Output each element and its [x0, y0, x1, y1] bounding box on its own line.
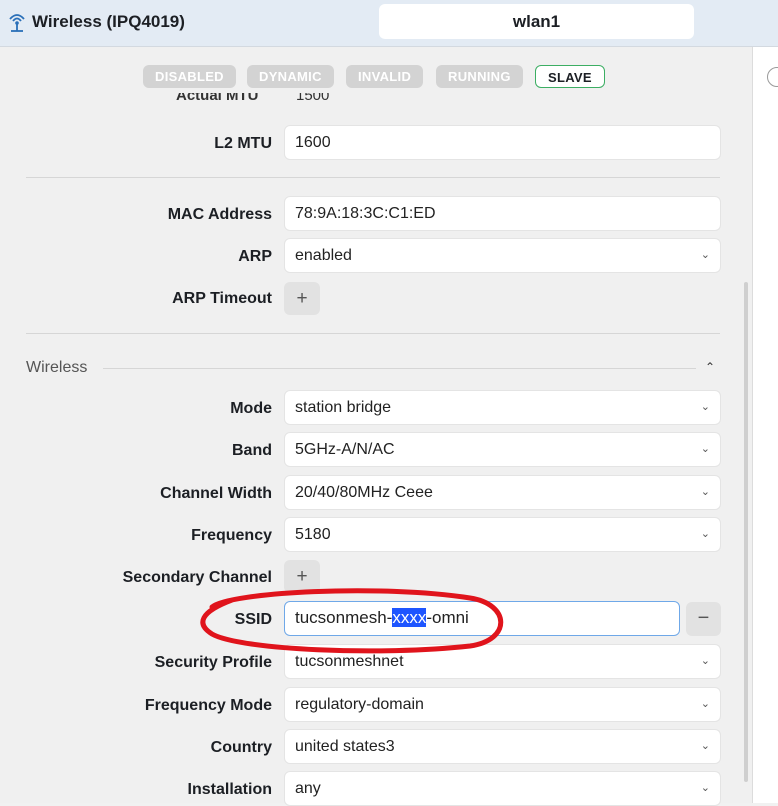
mac-address-input[interactable]: 78:9A:18:3C:C1:ED	[284, 196, 721, 231]
divider	[26, 177, 720, 178]
band-label: Band	[232, 442, 272, 459]
divider	[26, 333, 720, 334]
tab-wlan1[interactable]: wlan1	[379, 4, 694, 39]
band-select[interactable]: 5GHz-A/N/AC ⌄	[284, 432, 721, 467]
arp-select[interactable]: enabled ⌄	[284, 238, 721, 273]
band-value: 5GHz-A/N/AC	[295, 441, 395, 458]
installation-select[interactable]: any ⌄	[284, 771, 721, 806]
security-profile-value: tucsonmeshnet	[295, 653, 404, 670]
chevron-down-icon: ⌄	[700, 528, 710, 540]
wireless-antenna-icon	[9, 14, 25, 32]
mac-address-value: 78:9A:18:3C:C1:ED	[295, 205, 436, 222]
secondary-channel-add-button[interactable]: +	[284, 560, 320, 593]
chevron-down-icon: ⌄	[700, 249, 710, 261]
ssid-remove-button[interactable]: −	[686, 602, 721, 636]
chevron-down-icon: ⌄	[700, 443, 710, 455]
radio-toggle[interactable]	[767, 67, 778, 87]
mac-address-label: MAC Address	[167, 206, 272, 223]
frequency-mode-select[interactable]: regulatory-domain ⌄	[284, 687, 721, 722]
ssid-text-selection: xxxx	[392, 608, 427, 627]
arp-label: ARP	[238, 248, 272, 265]
status-badge-disabled: DISABLED	[143, 65, 236, 88]
secondary-channel-label: Secondary Channel	[122, 569, 272, 586]
right-sidebar	[752, 47, 778, 803]
frequency-mode-value: regulatory-domain	[295, 696, 424, 713]
security-profile-select[interactable]: tucsonmeshnet ⌄	[284, 644, 721, 679]
status-badge-running: RUNNING	[436, 65, 523, 88]
installation-value: any	[295, 780, 321, 797]
frequency-select[interactable]: 5180 ⌄	[284, 517, 721, 552]
chevron-down-icon: ⌄	[700, 401, 710, 413]
window-title: Wireless (IPQ4019)	[32, 12, 185, 31]
channel-width-select[interactable]: 20/40/80MHz Ceee ⌄	[284, 475, 721, 510]
arp-timeout-label: ARP Timeout	[172, 290, 272, 307]
collapse-chevron-icon[interactable]: ⌃	[705, 360, 715, 374]
frequency-value: 5180	[295, 526, 331, 543]
ssid-text-prefix: tucsonmesh-	[295, 608, 393, 627]
section-title-wireless: Wireless	[26, 359, 88, 376]
frequency-label: Frequency	[191, 527, 272, 544]
mode-label: Mode	[230, 400, 272, 417]
actual-mtu-label: Actual MTU	[176, 93, 259, 103]
l2mtu-label: L2 MTU	[214, 135, 272, 152]
chevron-down-icon: ⌄	[700, 782, 710, 794]
ssid-input[interactable]: tucsonmesh-xxxx-omni	[284, 601, 680, 636]
arp-value: enabled	[295, 247, 352, 264]
scrollbar[interactable]	[744, 282, 748, 782]
chevron-down-icon: ⌄	[700, 740, 710, 752]
actual-mtu-row-clipped: Actual MTU 1500	[176, 93, 416, 103]
ssid-text-suffix: -omni	[426, 608, 469, 627]
country-select[interactable]: united states3 ⌄	[284, 729, 721, 764]
mode-value: station bridge	[295, 399, 392, 416]
mode-select[interactable]: station bridge ⌄	[284, 390, 721, 425]
chevron-down-icon: ⌄	[700, 486, 710, 498]
channel-width-label: Channel Width	[160, 485, 272, 502]
status-badge-dynamic: DYNAMIC	[247, 65, 334, 88]
actual-mtu-value: 1500	[296, 93, 330, 103]
l2mtu-value: 1600	[295, 134, 331, 151]
chevron-down-icon: ⌄	[700, 698, 710, 710]
window-header: Wireless (IPQ4019) wlan1	[0, 0, 778, 47]
l2mtu-input[interactable]: 1600	[284, 125, 721, 160]
ssid-label: SSID	[234, 611, 272, 628]
arp-timeout-add-button[interactable]: +	[284, 282, 320, 315]
installation-label: Installation	[187, 781, 272, 798]
country-label: Country	[210, 739, 272, 756]
section-divider	[103, 368, 696, 369]
status-badge-invalid: INVALID	[346, 65, 424, 88]
security-profile-label: Security Profile	[154, 654, 272, 671]
frequency-mode-label: Frequency Mode	[144, 697, 272, 714]
country-value: united states3	[295, 738, 395, 755]
status-badge-slave: SLAVE	[535, 65, 605, 88]
channel-width-value: 20/40/80MHz Ceee	[295, 484, 433, 501]
chevron-down-icon: ⌄	[700, 655, 710, 667]
